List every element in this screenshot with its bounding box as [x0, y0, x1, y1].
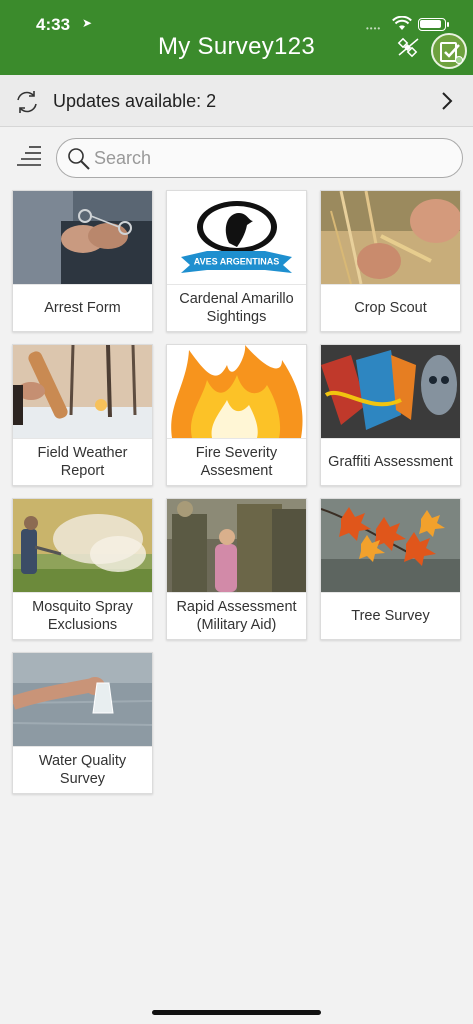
- signal-dots-icon: ••••: [366, 24, 382, 33]
- search-box[interactable]: [56, 138, 463, 178]
- survey-card-label: Mosquito Spray Exclusions: [13, 592, 152, 639]
- survey-card-cardenal-amarillo[interactable]: AVES ARGENTINAS Cardenal Amarillo Sighti…: [166, 190, 307, 332]
- arrest-form-thumbnail: [13, 191, 152, 284]
- water-quality-thumbnail: [13, 653, 152, 746]
- survey-card-crop-scout[interactable]: Crop Scout: [320, 190, 461, 332]
- survey-card-label: Water Quality Survey: [13, 746, 152, 793]
- survey-card-water-quality[interactable]: Water Quality Survey: [12, 652, 153, 794]
- updates-label: Updates available: 2: [53, 91, 217, 111]
- field-weather-thumbnail: [13, 345, 152, 438]
- survey-card-mosquito-spray[interactable]: Mosquito Spray Exclusions: [12, 498, 153, 640]
- updates-bar[interactable]: Updates available: 2: [0, 75, 473, 127]
- search-icon: [68, 148, 90, 170]
- survey-card-label: Rapid Assessment (Military Aid): [167, 592, 306, 639]
- home-indicator[interactable]: [152, 1010, 321, 1015]
- fire-severity-thumbnail: [167, 345, 306, 438]
- survey-card-graffiti[interactable]: Graffiti Assessment: [320, 344, 461, 486]
- survey-app-icon[interactable]: [431, 33, 467, 69]
- status-bar: 4:33 ➤ ••••: [0, 0, 473, 36]
- aves-argentinas-logo: AVES ARGENTINAS: [167, 191, 306, 284]
- survey-card-label: Fire Severity Assesment: [167, 438, 306, 485]
- location-arrow-icon: ➤: [82, 16, 93, 30]
- status-time: 4:33: [36, 15, 71, 34]
- graffiti-thumbnail: [321, 345, 460, 438]
- search-input[interactable]: [94, 144, 454, 172]
- rapid-assessment-thumbnail: [167, 499, 306, 592]
- sync-status-dot: [455, 56, 463, 64]
- survey-card-label: Graffiti Assessment: [321, 438, 460, 485]
- survey-card-label: Crop Scout: [321, 284, 460, 331]
- wifi-icon: [392, 16, 412, 30]
- app-header: 4:33 ➤ •••• My Survey123: [0, 0, 473, 75]
- survey-card-label: Tree Survey: [321, 592, 460, 639]
- refresh-icon: [17, 91, 37, 113]
- survey-card-tree-survey[interactable]: Tree Survey: [320, 498, 461, 640]
- survey-card-label: Cardenal Amarillo Sightings: [167, 284, 306, 331]
- satellite-icon[interactable]: [396, 36, 422, 58]
- survey-card-rapid-assessment[interactable]: Rapid Assessment (Military Aid): [166, 498, 307, 640]
- survey-card-field-weather[interactable]: Field Weather Report: [12, 344, 153, 486]
- battery-icon: [418, 18, 446, 31]
- aves-argentinas-logo-text: AVES ARGENTINAS: [194, 257, 280, 267]
- survey-card-fire-severity[interactable]: Fire Severity Assesment: [166, 344, 307, 486]
- battery-tip: [447, 22, 449, 27]
- chevron-right-icon: [442, 92, 453, 110]
- crop-scout-thumbnail: [321, 191, 460, 284]
- tree-survey-thumbnail: [321, 499, 460, 592]
- survey-card-label: Arrest Form: [13, 284, 152, 331]
- mosquito-spray-thumbnail: [13, 499, 152, 592]
- sort-menu-icon[interactable]: [17, 144, 43, 170]
- survey-card-label: Field Weather Report: [13, 438, 152, 485]
- survey-card-arrest-form[interactable]: Arrest Form: [12, 190, 153, 332]
